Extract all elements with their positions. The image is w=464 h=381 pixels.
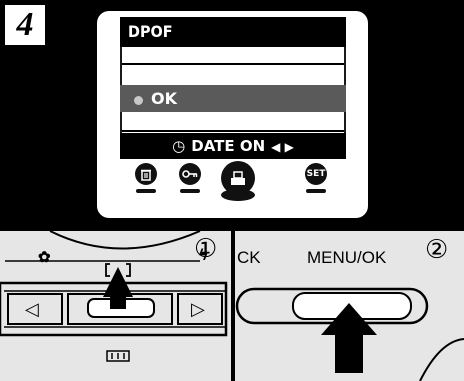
trash-icon[interactable]	[135, 163, 157, 185]
mode-indicator	[306, 189, 326, 193]
mode-indicator	[136, 189, 156, 193]
menu-ok-label: MENU/OK	[307, 248, 387, 267]
right-arrow-button[interactable]: ▷	[191, 299, 205, 320]
clock-icon: ◷	[172, 137, 186, 155]
step-number-badge: 4	[3, 3, 47, 47]
selection-dot-icon	[134, 96, 143, 105]
instruction-page: 4 DPOF OK ◷ DATE ON ◀ ▶ SET ① ✿ ϟ ◁ ▷ CK…	[0, 0, 464, 381]
left-right-arrows-icon: ◀ ▶	[271, 140, 294, 154]
partial-button-label: CK	[237, 248, 261, 267]
lcd-illustration-panel: 4 DPOF OK ◷ DATE ON ◀ ▶ SET	[0, 0, 464, 228]
set-icon-label: SET	[306, 169, 326, 179]
set-icon[interactable]: SET	[305, 163, 327, 185]
step-2-panel: CK MENU/OK ②	[235, 231, 464, 381]
menu-option-ok-label: OK	[151, 89, 177, 108]
step-number: 4	[16, 6, 34, 43]
lcd-divider	[122, 63, 344, 65]
macro-icon: ✿	[38, 249, 51, 266]
mode-indicator	[180, 189, 200, 193]
protect-icon[interactable]	[179, 163, 201, 185]
lcd-screen: DPOF OK ◷ DATE ON ◀ ▶	[120, 17, 346, 159]
camera-lcd: DPOF OK ◷ DATE ON ◀ ▶ SET	[97, 11, 368, 218]
lcd-divider	[122, 130, 344, 132]
step-1-panel: ① ✿ ϟ ◁ ▷	[0, 231, 231, 381]
menu-ok-button[interactable]	[295, 293, 411, 319]
date-setting-label: DATE ON	[191, 137, 266, 155]
print-icon[interactable]	[221, 161, 255, 195]
menu-option-ok[interactable]: OK	[120, 85, 346, 112]
step-marker-2: ②	[425, 235, 449, 265]
left-arrow-button[interactable]: ◁	[25, 299, 39, 320]
flash-icon: ϟ	[199, 247, 208, 264]
date-setting-row[interactable]: ◷ DATE ON ◀ ▶	[120, 133, 346, 159]
lcd-title: DPOF	[120, 17, 346, 47]
